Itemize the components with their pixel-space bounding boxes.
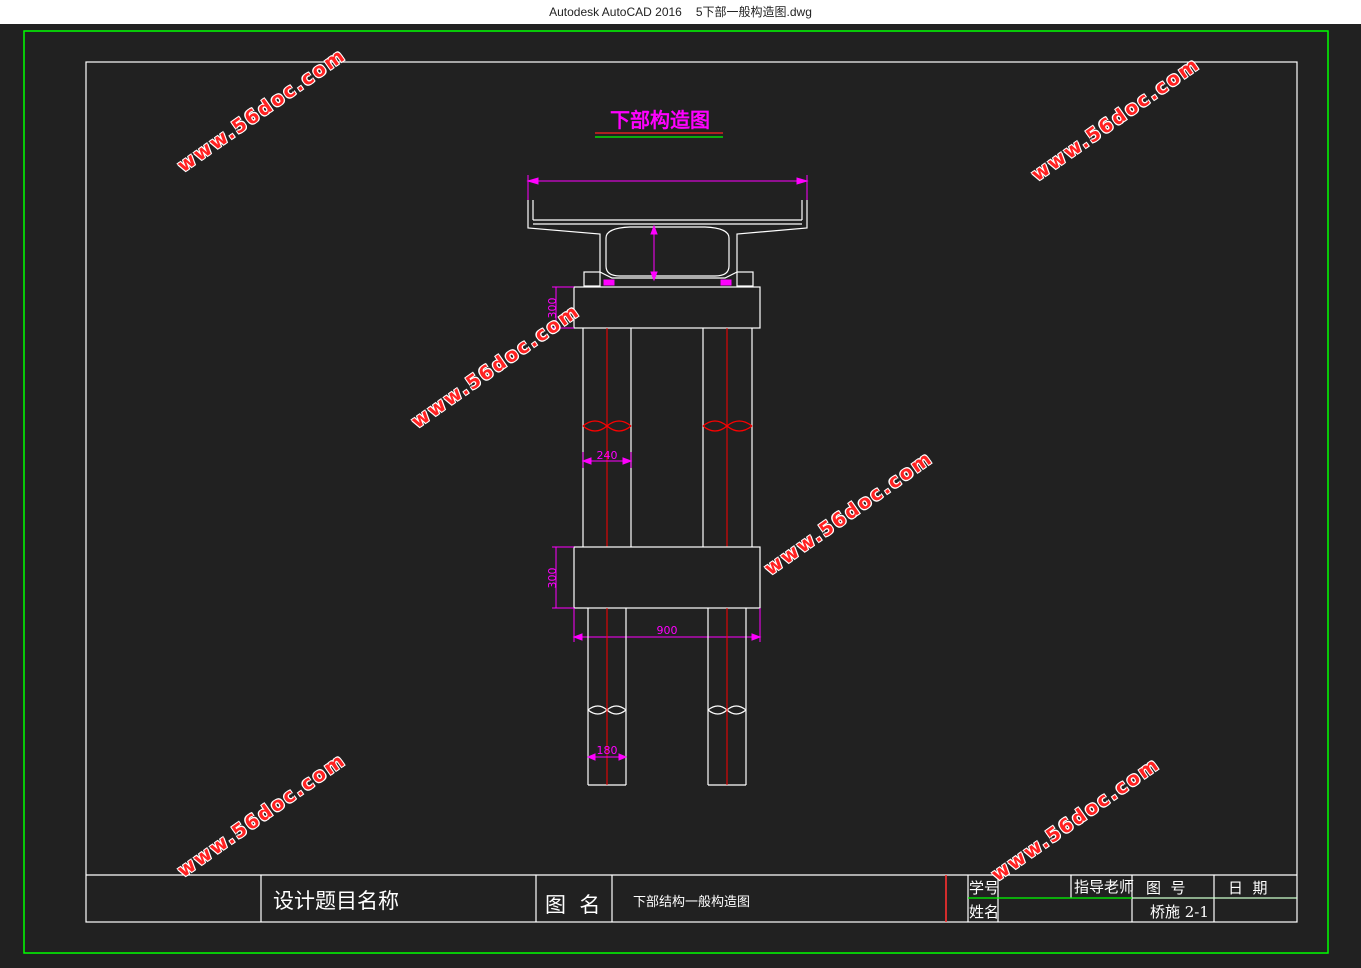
column-centerlines xyxy=(606,328,728,547)
deck-width-dimension xyxy=(526,175,809,210)
app-title: Autodesk AutoCAD 2016 xyxy=(549,5,682,19)
drawing-no-value: 桥施 2-1 xyxy=(1150,903,1209,921)
tie-beam xyxy=(573,546,761,609)
drawing-title: 下部构造图 xyxy=(610,108,710,132)
name-label: 姓名 xyxy=(969,903,999,921)
tie-beam-width-label: 900 xyxy=(657,624,678,637)
pile-diameter-label: 180 xyxy=(597,744,618,757)
cad-drawing: 下部构造图 300 240 300 900 180 设计题目名称 图 名 下部结… xyxy=(23,30,1329,954)
outer-frame xyxy=(23,30,1329,954)
drawing-canvas[interactable]: 下部构造图 300 240 300 900 180 设计题目名称 图 名 下部结… xyxy=(0,24,1361,968)
file-name: 5下部一般构造图.dwg xyxy=(695,5,812,19)
cap-beam xyxy=(573,286,761,329)
box-girder xyxy=(527,200,808,287)
drawing-no-label: 图 号 xyxy=(1146,879,1186,897)
drawing-name-value: 下部结构一般构造图 xyxy=(633,894,750,910)
drawing-name-label: 图 名 xyxy=(545,893,600,917)
window-title-bar: Autodesk AutoCAD 2016 5下部一般构造图.dwg xyxy=(0,0,1361,24)
student-id-label: 学号 xyxy=(969,879,999,897)
column-diameter-label: 240 xyxy=(597,449,618,462)
date-label: 日 期 xyxy=(1228,879,1268,897)
project-name-label: 设计题目名称 xyxy=(273,889,399,913)
advisor-label: 指导老师 xyxy=(1074,878,1134,896)
tie-beam-height-label: 300 xyxy=(546,568,559,589)
